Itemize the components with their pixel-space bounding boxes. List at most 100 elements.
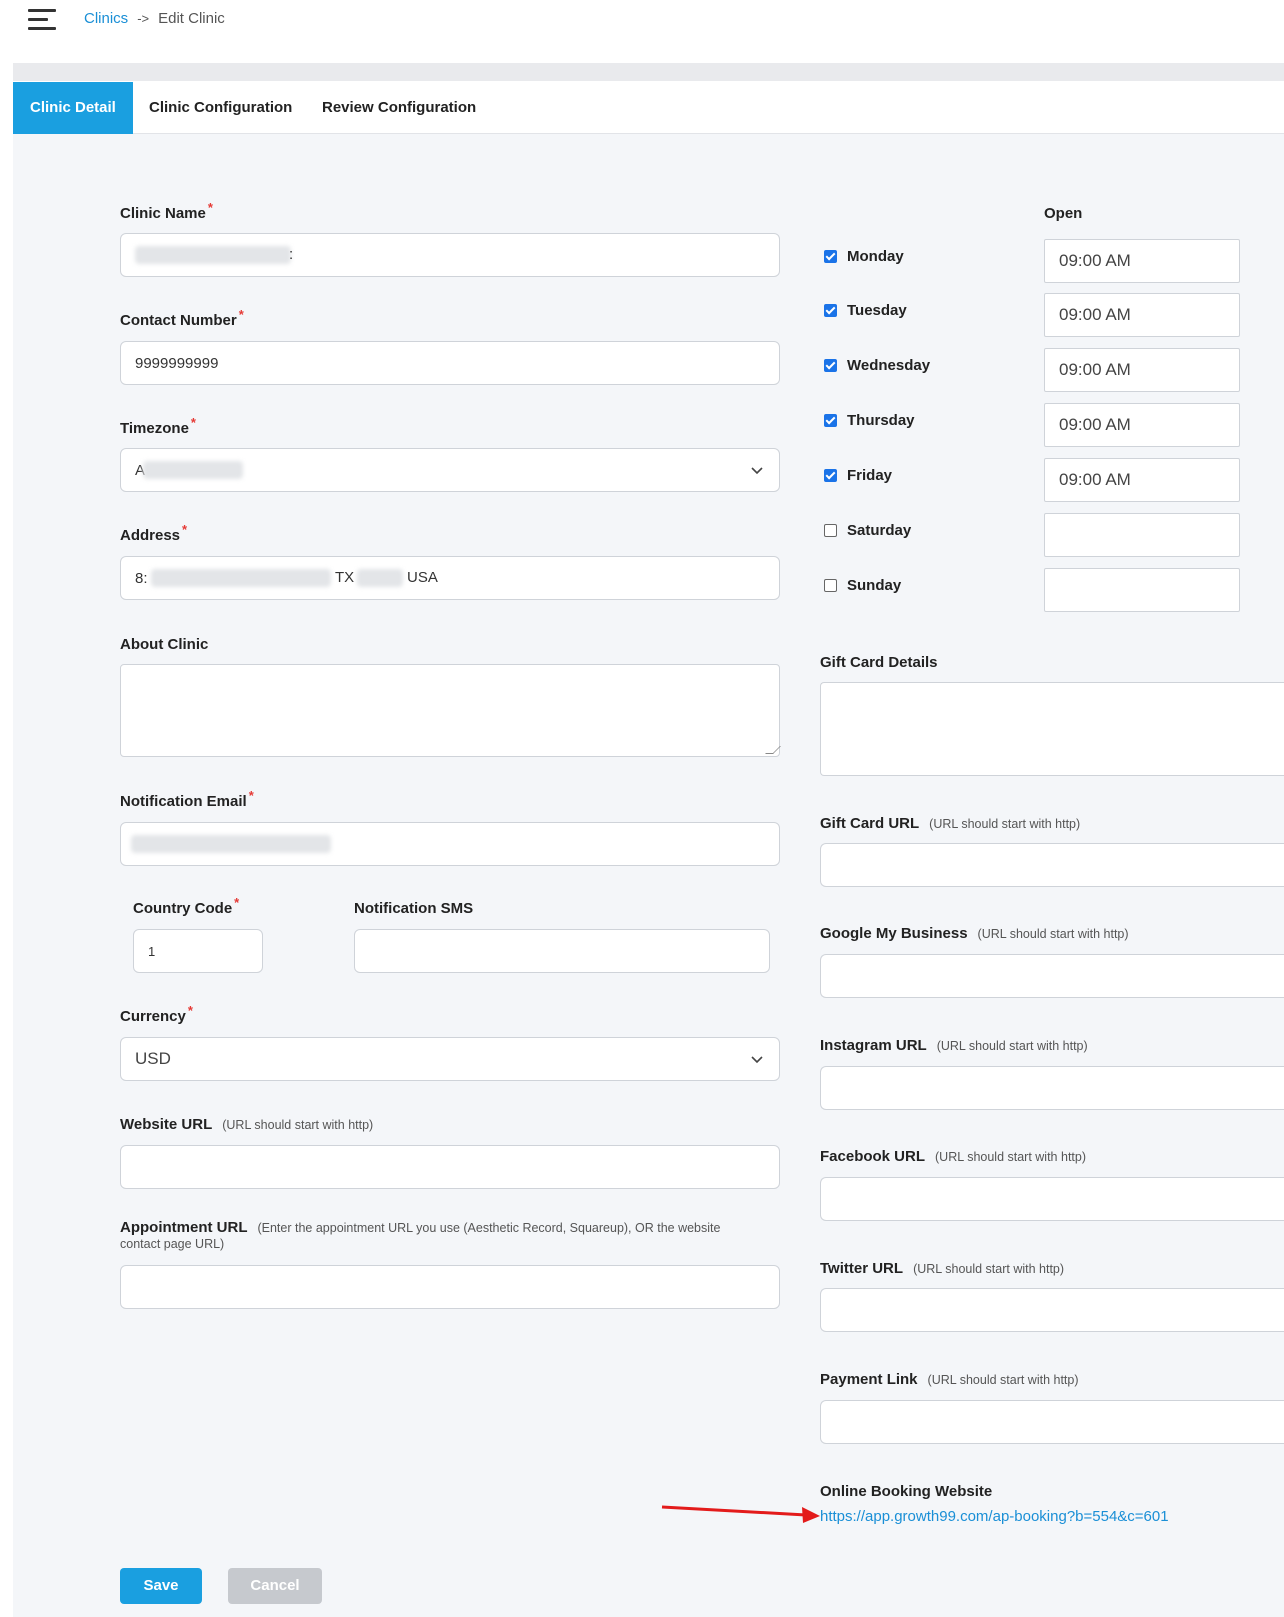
friday-label: Friday <box>847 467 893 484</box>
wednesday-open-time: 09:00 AM <box>1059 360 1131 379</box>
left-gutter <box>0 63 13 1617</box>
breadcrumb-clinics-link[interactable]: Clinics <box>84 10 128 27</box>
twitter-url-input[interactable] <box>820 1288 1284 1332</box>
hamburger-menu-icon[interactable] <box>28 9 56 33</box>
facebook-url-input[interactable] <box>820 1177 1284 1221</box>
save-button[interactable]: Save <box>120 1568 202 1604</box>
sunday-label: Sunday <box>847 577 902 594</box>
instagram-url-hint: (URL should start with http) <box>936 1039 1088 1053</box>
country-code-value: 1 <box>148 943 156 959</box>
sunday-open-time-input[interactable] <box>1044 568 1240 612</box>
thursday-open-time-input[interactable]: 09:00 AM <box>1044 403 1240 447</box>
tuesday-label: Tuesday <box>847 302 907 319</box>
breadcrumb-current: Edit Clinic <box>158 10 225 27</box>
instagram-url-input[interactable] <box>820 1066 1284 1110</box>
clinic-name-tail: : <box>289 246 294 263</box>
country-code-label: Country Code * <box>133 895 240 917</box>
resize-handle-icon[interactable] <box>765 746 781 754</box>
day-row-monday: Monday <box>824 248 904 265</box>
online-booking-link[interactable]: https://app.growth99.com/ap-booking?b=55… <box>820 1508 1169 1525</box>
day-row-tuesday: Tuesday <box>824 302 907 319</box>
google-my-business-input[interactable] <box>820 954 1284 998</box>
website-url-input[interactable] <box>120 1145 780 1189</box>
address-label: Address * <box>120 522 188 544</box>
clinic-name-label: Clinic Name * <box>120 200 213 222</box>
redacted-value <box>151 569 331 587</box>
friday-open-time: 09:00 AM <box>1059 470 1131 489</box>
tab-clinic-detail[interactable]: Clinic Detail <box>13 82 133 134</box>
monday-label: Monday <box>847 248 904 265</box>
website-url-hint: (URL should start with http) <box>222 1118 374 1132</box>
thursday-label: Thursday <box>847 412 915 429</box>
sunday-checkbox[interactable] <box>824 579 837 592</box>
tuesday-checkbox[interactable] <box>824 304 837 317</box>
top-bar: Clinics -> Edit Clinic <box>0 0 1284 63</box>
contact-number-label: Contact Number * <box>120 307 244 329</box>
friday-open-time-input[interactable]: 09:00 AM <box>1044 458 1240 502</box>
tuesday-open-time: 09:00 AM <box>1059 305 1131 324</box>
appointment-url-label: Appointment URL (Enter the appointment UR… <box>120 1219 721 1252</box>
wednesday-checkbox[interactable] <box>824 359 837 372</box>
currency-value: USD <box>135 1049 171 1068</box>
breadcrumb-separator: -> <box>137 11 150 26</box>
currency-select[interactable]: USD <box>120 1037 780 1081</box>
address-input[interactable]: 8: TX USA <box>120 556 780 600</box>
saturday-label: Saturday <box>847 522 912 539</box>
timezone-label: Timezone * <box>120 415 196 437</box>
gift-card-details-textarea[interactable] <box>820 682 1284 776</box>
wednesday-label: Wednesday <box>847 357 931 374</box>
tuesday-open-time-input[interactable]: 09:00 AM <box>1044 293 1240 337</box>
redacted-value <box>135 246 291 264</box>
gift-card-details-label: Gift Card Details <box>820 654 938 671</box>
saturday-checkbox[interactable] <box>824 524 837 537</box>
clinic-name-input[interactable]: : <box>120 233 780 277</box>
facebook-url-label: Facebook URL (URL should start with http) <box>820 1148 1086 1165</box>
day-row-sunday: Sunday <box>824 577 901 594</box>
twitter-url-label: Twitter URL (URL should start with http) <box>820 1260 1065 1277</box>
tab-review-configuration[interactable]: Review Configuration <box>322 82 476 134</box>
cancel-button[interactable]: Cancel <box>228 1568 322 1604</box>
instagram-url-label: Instagram URL (URL should start with http… <box>820 1037 1088 1054</box>
monday-checkbox[interactable] <box>824 250 837 263</box>
payment-link-input[interactable] <box>820 1400 1284 1444</box>
day-row-saturday: Saturday <box>824 522 911 539</box>
notification-email-label: Notification Email * <box>120 788 254 810</box>
currency-label: Currency * <box>120 1003 193 1025</box>
saturday-open-time-input[interactable] <box>1044 513 1240 557</box>
chevron-down-icon <box>751 467 763 475</box>
payment-link-label: Payment Link (URL should start with http) <box>820 1371 1079 1388</box>
google-my-business-label: Google My Business (URL should start with… <box>820 925 1129 942</box>
address-value-end: USA <box>407 569 438 586</box>
gift-card-url-input[interactable] <box>820 843 1284 887</box>
online-booking-label: Online Booking Website <box>820 1483 993 1500</box>
redacted-value <box>131 835 331 853</box>
timezone-select[interactable]: A <box>120 448 780 492</box>
notification-sms-input[interactable] <box>354 929 770 973</box>
google-my-business-hint: (URL should start with http) <box>977 927 1129 941</box>
country-code-input[interactable]: 1 <box>133 929 263 973</box>
appointment-url-input[interactable] <box>120 1265 780 1309</box>
friday-checkbox[interactable] <box>824 469 837 482</box>
open-time-header: Open <box>1044 205 1083 222</box>
wednesday-open-time-input[interactable]: 09:00 AM <box>1044 348 1240 392</box>
annotation-arrow-icon <box>661 1505 820 1523</box>
breadcrumb: Clinics -> Edit Clinic <box>84 10 225 27</box>
chevron-down-icon <box>751 1056 763 1064</box>
gift-card-url-hint: (URL should start with http) <box>929 817 1081 831</box>
redacted-value <box>143 461 243 479</box>
about-clinic-textarea[interactable] <box>120 664 781 757</box>
day-row-thursday: Thursday <box>824 412 915 429</box>
monday-open-time: 09:00 AM <box>1059 251 1131 270</box>
contact-number-input[interactable]: 9999999999 <box>120 341 780 385</box>
twitter-url-hint: (URL should start with http) <box>913 1262 1065 1276</box>
day-row-friday: Friday <box>824 467 892 484</box>
address-value-start: 8: <box>135 569 148 587</box>
monday-open-time-input[interactable]: 09:00 AM <box>1044 239 1240 283</box>
day-row-wednesday: Wednesday <box>824 357 930 374</box>
payment-link-hint: (URL should start with http) <box>927 1373 1079 1387</box>
thursday-open-time: 09:00 AM <box>1059 415 1131 434</box>
notification-email-input[interactable] <box>120 822 780 866</box>
website-url-label: Website URL (URL should start with http) <box>120 1116 374 1133</box>
thursday-checkbox[interactable] <box>824 414 837 427</box>
tab-clinic-configuration[interactable]: Clinic Configuration <box>149 82 292 134</box>
